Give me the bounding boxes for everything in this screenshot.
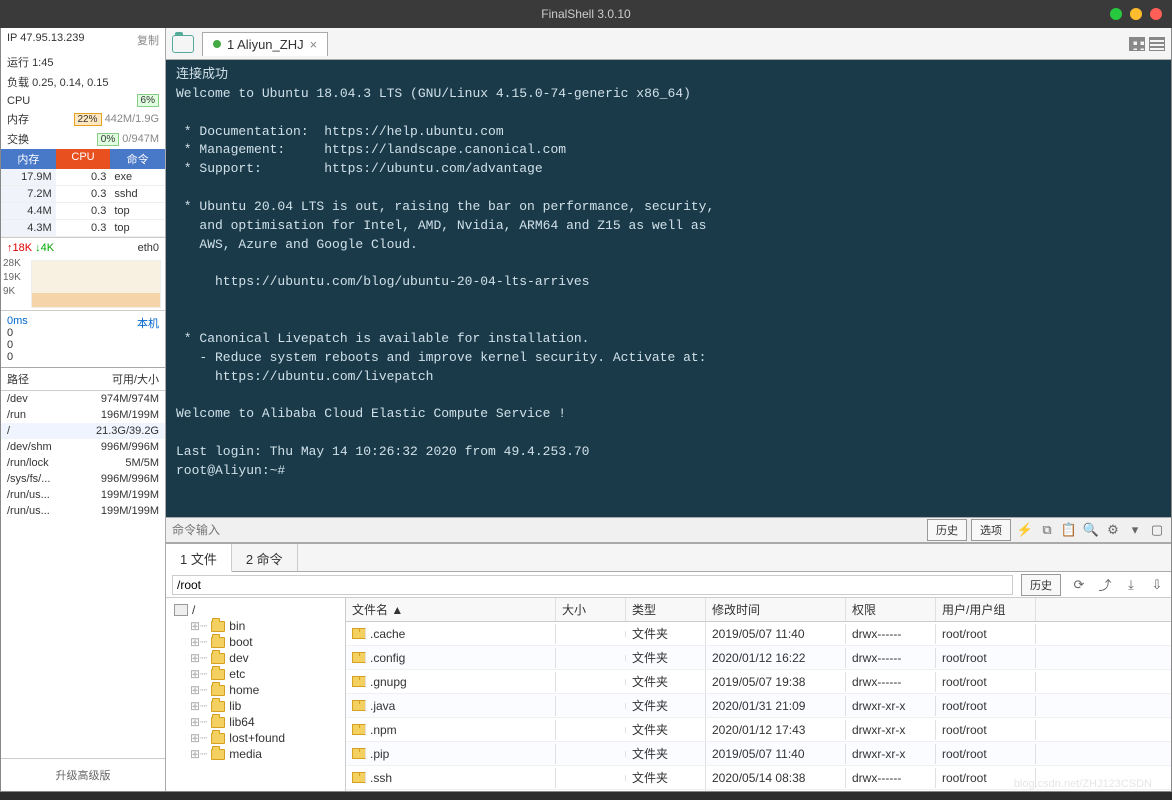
disk-row[interactable]: /run/lock5M/5M <box>1 455 165 471</box>
command-bar: 历史 选项 ⚡ ⧉ 📋 🔍 ⚙ ▾ ▢ <box>166 517 1171 543</box>
folder-icon <box>211 621 225 632</box>
command-input[interactable] <box>172 523 923 537</box>
folder-icon <box>352 628 366 639</box>
window-controls <box>1110 8 1162 20</box>
watermark: blog.csdn.net/ZHJ123CSDN <box>1014 778 1152 790</box>
list-view-icon[interactable] <box>1149 37 1165 51</box>
bolt-icon[interactable]: ⚡ <box>1017 522 1033 538</box>
grid-view-icon[interactable] <box>1129 37 1145 51</box>
refresh-icon[interactable]: ⟳ <box>1071 577 1087 593</box>
tree-item[interactable]: ⊞┈boot <box>170 634 341 650</box>
maximize-button[interactable] <box>1130 8 1142 20</box>
disk-row[interactable]: /dev/shm996M/996M <box>1 439 165 455</box>
tree-item[interactable]: ⊞┈dev <box>170 650 341 666</box>
tree-item[interactable]: ⊞┈lib <box>170 698 341 714</box>
search-icon[interactable]: 🔍 <box>1083 522 1099 538</box>
disk-icon <box>174 604 188 616</box>
upload-icon[interactable]: ⤴ <box>1097 577 1113 593</box>
folder-icon <box>211 637 225 648</box>
tree-item[interactable]: ⊞┈home <box>170 682 341 698</box>
file-row[interactable]: .npm文件夹2020/01/12 17:43drwxr-xr-xroot/ro… <box>346 718 1171 742</box>
network-chart <box>31 260 161 308</box>
file-row[interactable]: .gnupg文件夹2019/05/07 19:38drwx------root/… <box>346 670 1171 694</box>
file-row[interactable]: .vim文件夹2020/02/03 15:27drwxr-xr-xroot/ro… <box>346 790 1171 791</box>
proc-header[interactable]: 内存 CPU 命令 <box>1 149 165 169</box>
copy-button[interactable]: 复制 <box>137 32 159 48</box>
proc-row[interactable]: 4.4M0.3top <box>1 203 165 220</box>
folder-icon[interactable] <box>172 35 194 53</box>
file-row[interactable]: .cache文件夹2019/05/07 11:40drwx------root/… <box>346 622 1171 646</box>
proc-row[interactable]: 17.9M0.3exe <box>1 169 165 186</box>
folder-icon <box>211 685 225 696</box>
folder-icon <box>211 653 225 664</box>
folder-icon <box>352 748 366 759</box>
folder-icon <box>211 733 225 744</box>
close-button[interactable] <box>1150 8 1162 20</box>
options-button[interactable]: 选项 <box>971 519 1011 541</box>
history-button[interactable]: 历史 <box>927 519 967 541</box>
disk-row[interactable]: /run/us...199M/199M <box>1 503 165 519</box>
proc-row[interactable]: 7.2M0.3sshd <box>1 186 165 203</box>
tab-files[interactable]: 1 文件 <box>166 544 232 572</box>
file-row[interactable]: .config文件夹2020/01/12 16:22drwx------root… <box>346 646 1171 670</box>
tree-item[interactable]: ⊞┈etc <box>170 666 341 682</box>
tab-close-icon[interactable]: × <box>310 37 318 52</box>
file-row[interactable]: .pip文件夹2019/05/07 11:40drwxr-xr-xroot/ro… <box>346 742 1171 766</box>
disk-row[interactable]: /run196M/199M <box>1 407 165 423</box>
tab-commands[interactable]: 2 命令 <box>232 544 298 571</box>
cpu-badge: 6% <box>137 94 159 107</box>
tree-root[interactable]: / <box>170 602 341 618</box>
file-pane: 1 文件 2 命令 历史 ⟳ ⤴ ⤓ ⇩ / ⊞┈bin⊞┈boot⊞┈dev⊞… <box>166 543 1171 791</box>
file-list[interactable]: 文件名 ▲ 大小 类型 修改时间 权限 用户/用户组 .cache文件夹2019… <box>346 598 1171 791</box>
tree-item[interactable]: ⊞┈lib64 <box>170 714 341 730</box>
status-dot-icon <box>213 40 221 48</box>
ip-row: IP 47.95.13.239 复制 <box>1 28 165 52</box>
path-input[interactable] <box>172 575 1013 595</box>
folder-icon <box>352 700 366 711</box>
chevron-down-icon[interactable]: ▾ <box>1127 522 1143 538</box>
folder-icon <box>352 652 366 663</box>
file-row[interactable]: .java文件夹2020/01/31 21:09drwxr-xr-xroot/r… <box>346 694 1171 718</box>
folder-icon <box>211 749 225 760</box>
path-history-button[interactable]: 历史 <box>1021 574 1061 596</box>
titlebar: FinalShell 3.0.10 <box>0 0 1172 28</box>
tabbar: 1 Aliyun_ZHJ × <box>166 28 1171 60</box>
folder-icon <box>352 724 366 735</box>
minimize-button[interactable] <box>1110 8 1122 20</box>
download-icon[interactable]: ⤓ <box>1123 577 1139 593</box>
network-row: ↑18K ↓4K eth0 <box>1 237 165 258</box>
file-list-header[interactable]: 文件名 ▲ 大小 类型 修改时间 权限 用户/用户组 <box>346 598 1171 622</box>
proc-row[interactable]: 4.3M0.3top <box>1 220 165 237</box>
terminal[interactable]: 连接成功 Welcome to Ubuntu 18.04.3 LTS (GNU/… <box>166 60 1171 517</box>
file-tree[interactable]: / ⊞┈bin⊞┈boot⊞┈dev⊞┈etc⊞┈home⊞┈lib⊞┈lib6… <box>166 598 346 791</box>
download-all-icon[interactable]: ⇩ <box>1149 577 1165 593</box>
disk-header: 路径 可用/大小 <box>1 367 165 391</box>
session-tab[interactable]: 1 Aliyun_ZHJ × <box>202 32 328 56</box>
disk-row[interactable]: /sys/fs/...996M/996M <box>1 471 165 487</box>
disk-row[interactable]: /21.3G/39.2G <box>1 423 165 439</box>
folder-icon <box>352 676 366 687</box>
tree-item[interactable]: ⊞┈lost+found <box>170 730 341 746</box>
gear-icon[interactable]: ⚙ <box>1105 522 1121 538</box>
folder-icon <box>211 701 225 712</box>
sidebar: IP 47.95.13.239 复制 运行 1:45 负载 0.25, 0.14… <box>1 28 166 791</box>
folder-icon <box>211 717 225 728</box>
window-title: FinalShell 3.0.10 <box>541 7 630 21</box>
tree-item[interactable]: ⊞┈bin <box>170 618 341 634</box>
disk-row[interactable]: /run/us...199M/199M <box>1 487 165 503</box>
ip-address: 47.95.13.239 <box>20 32 84 44</box>
tree-item[interactable]: ⊞┈media <box>170 746 341 762</box>
expand-icon[interactable]: ▢ <box>1149 522 1165 538</box>
copy-icon[interactable]: ⧉ <box>1039 522 1055 538</box>
folder-icon <box>211 669 225 680</box>
folder-icon <box>352 772 366 783</box>
upgrade-link[interactable]: 升级高级版 <box>1 758 165 791</box>
paste-icon[interactable]: 📋 <box>1061 522 1077 538</box>
disk-row[interactable]: /dev974M/974M <box>1 391 165 407</box>
